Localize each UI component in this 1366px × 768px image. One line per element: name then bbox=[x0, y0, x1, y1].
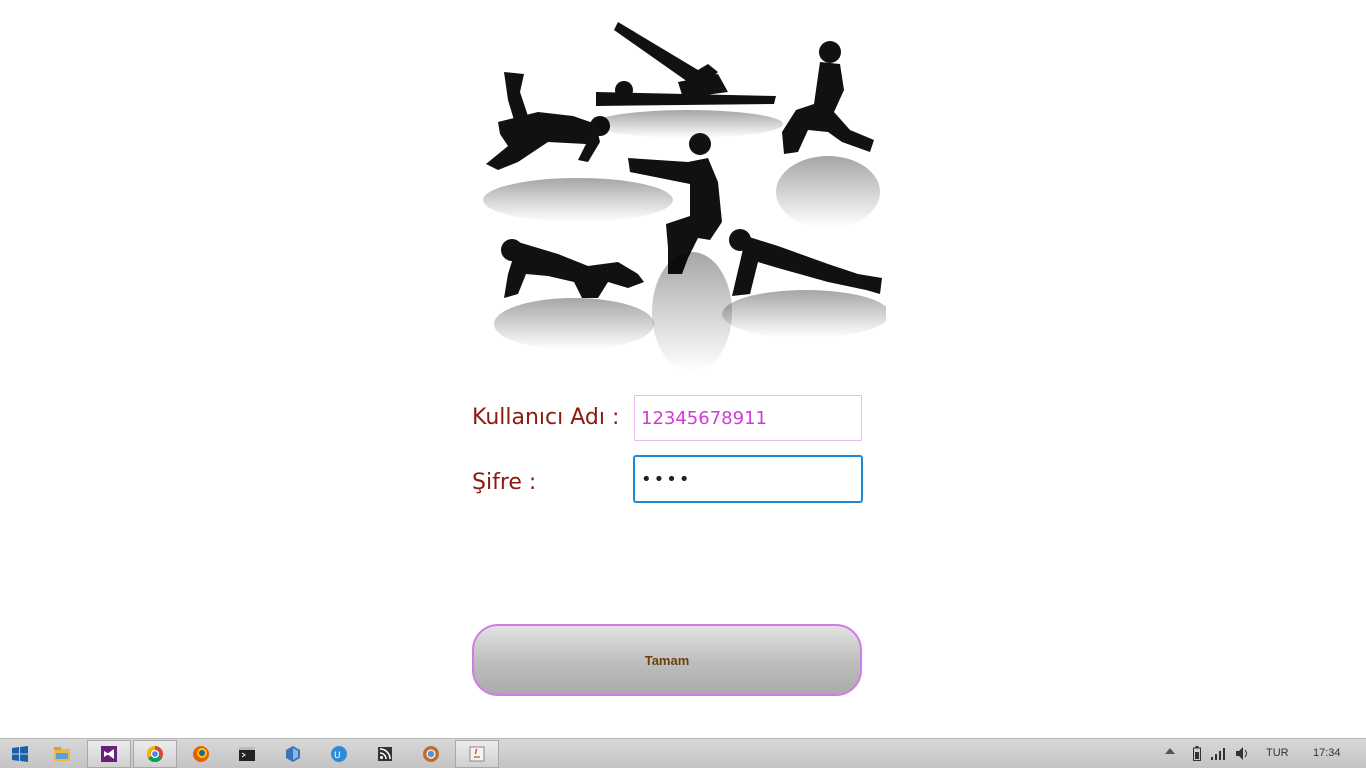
virtualbox-icon bbox=[286, 746, 300, 762]
chrome-icon bbox=[147, 746, 163, 762]
taskbar-chromium[interactable] bbox=[409, 740, 453, 768]
java-app-icon bbox=[469, 746, 485, 762]
uc-browser-icon: U bbox=[331, 746, 347, 762]
password-field[interactable] bbox=[633, 455, 863, 503]
command-prompt-icon bbox=[239, 747, 255, 761]
submit-button-label: Tamam bbox=[644, 652, 690, 668]
rss-icon bbox=[378, 747, 392, 761]
username-field[interactable] bbox=[634, 395, 862, 441]
firefox-icon bbox=[193, 746, 209, 762]
taskbar-uc-browser[interactable]: U bbox=[317, 740, 361, 768]
svg-text:U: U bbox=[334, 751, 341, 761]
windows-start-icon bbox=[12, 746, 28, 762]
battery-icon[interactable] bbox=[1193, 746, 1201, 761]
password-label: Şifre : bbox=[472, 470, 537, 495]
show-hidden-icons-button[interactable] bbox=[1165, 748, 1175, 754]
start-button[interactable] bbox=[0, 740, 40, 768]
visual-studio-icon bbox=[101, 746, 117, 762]
taskbar: U TUR 17:34 bbox=[0, 738, 1366, 768]
submit-button[interactable]: Tamam bbox=[472, 624, 862, 696]
taskbar-command-prompt[interactable] bbox=[225, 740, 269, 768]
file-explorer-icon bbox=[54, 747, 70, 761]
taskbar-rss[interactable] bbox=[363, 740, 407, 768]
taskbar-java-app[interactable] bbox=[455, 740, 499, 768]
username-label: Kullanıcı Adı : bbox=[472, 405, 620, 430]
taskbar-visual-studio[interactable] bbox=[87, 740, 131, 768]
input-language[interactable]: TUR bbox=[1266, 747, 1289, 759]
clock[interactable]: 17:34 bbox=[1313, 747, 1341, 759]
taskbar-virtualbox[interactable] bbox=[271, 740, 315, 768]
taskbar-firefox[interactable] bbox=[179, 740, 223, 768]
taskbar-chrome[interactable] bbox=[133, 740, 177, 768]
taskbar-explorer[interactable] bbox=[40, 740, 84, 768]
chromium-icon bbox=[423, 746, 439, 762]
volume-icon[interactable] bbox=[1236, 747, 1250, 760]
network-signal-icon[interactable] bbox=[1211, 747, 1227, 760]
exercise-silhouettes-image bbox=[478, 12, 886, 382]
